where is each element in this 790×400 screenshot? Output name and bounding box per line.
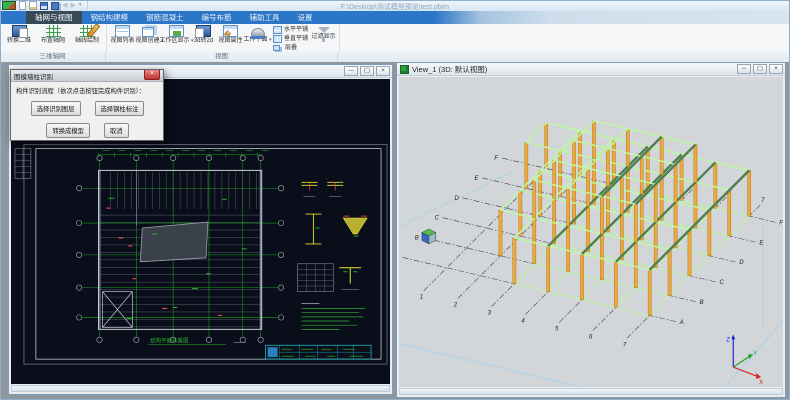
back-icon[interactable]: ◀ [62, 1, 67, 10]
close-button[interactable]: × [769, 64, 783, 74]
maximize-button[interactable]: ▢ [753, 64, 767, 74]
svg-text:结构平面布置图: 结构平面布置图 [150, 336, 188, 344]
view3d-canvas[interactable]: AABBCCDDEEFF123456677ZYX [399, 77, 783, 387]
app-logo-icon[interactable] [2, 1, 16, 10]
quick-access-toolbar: ◀ ▶ ▾ [0, 1, 90, 10]
save-icon[interactable] [40, 2, 48, 10]
dialog-body: 构件识别流程（依次点击按钮完成构件识别）： 选择识别图层 选择钢柱标注 转换成模… [11, 82, 163, 138]
svg-text:B: B [415, 236, 419, 242]
dialog-titlebar[interactable]: 图模墙柱识别 × [11, 70, 163, 82]
svg-text:Z: Z [726, 337, 730, 343]
window-arrange-stack: 水平平铺 垂直平铺 层叠 [271, 25, 310, 52]
3d-to-2d-button[interactable]: 3d转2d [190, 25, 217, 45]
new-file-icon[interactable] [19, 1, 26, 10]
svg-text:A: A [679, 320, 684, 326]
tile-vertical-icon [273, 35, 282, 43]
funnel-icon [318, 27, 330, 33]
forward-icon[interactable]: ▶ [70, 1, 75, 10]
ribbon-group-view: 视图列表 视图创建 工作区显示 3d转2d 视图属性 工作平面 [107, 24, 340, 52]
cascade-icon [273, 45, 280, 51]
view3d-title: View_1 (3D: 默认视图) [412, 64, 487, 75]
convert-model-button[interactable]: 转换成模型 [46, 123, 89, 138]
view-properties-button[interactable]: 视图属性 [217, 25, 244, 45]
draw-axis-button[interactable]: 轴线绘制 [70, 25, 104, 45]
cube-document-icon [12, 25, 27, 37]
group-label-3d-grid: 三维轴网 [0, 52, 106, 62]
svg-text:C: C [435, 216, 440, 222]
view3d-window-titlebar[interactable]: View_1 (3D: 默认视图) ─ ▢ × [397, 63, 785, 76]
svg-text:1: 1 [420, 295, 423, 301]
grid-pencil-icon [80, 25, 95, 37]
work-plane-button[interactable]: 工作平面 [244, 25, 271, 44]
tab-settings[interactable]: 设置 [289, 11, 322, 24]
group-label-empty [338, 52, 790, 62]
view3d-window: View_1 (3D: 默认视图) ─ ▢ × AABBCCDDEEFF1234… [396, 62, 786, 398]
window-title: F:\Desktop\测试模型预览\test.pbim [0, 2, 790, 12]
open-file-icon[interactable] [29, 1, 37, 10]
recognition-dialog: 图模墙柱识别 × 构件识别流程（依次点击按钮完成构件识别）： 选择识别图层 选择… [10, 69, 164, 141]
cube-icon [196, 25, 211, 37]
svg-text:D: D [739, 260, 744, 266]
select-layers-button[interactable]: 选择识别图层 [31, 101, 81, 116]
titlebar: F:\Desktop\测试模型预览\test.pbim ◀ ▶ ▾ [0, 0, 790, 11]
table-green-icon [169, 25, 184, 37]
svg-text:C: C [720, 280, 725, 286]
svg-text:Y: Y [753, 351, 757, 357]
svg-text:F: F [494, 156, 498, 162]
svg-text:2: 2 [453, 303, 458, 309]
view-list-button[interactable]: 视图列表 [109, 25, 136, 45]
workspace-display-button[interactable]: 工作区显示 [163, 25, 190, 45]
dialog-title: 图模墙柱识别 [14, 71, 53, 81]
table-pencil-icon [223, 25, 238, 37]
table-icon [115, 25, 130, 37]
filter-display-button[interactable]: 过滤显示 [310, 25, 337, 41]
close-button[interactable]: × [376, 66, 390, 76]
convert-2d-button[interactable]: 转换二维 [2, 25, 36, 45]
tab-reinforced-concrete[interactable]: 钢筋混凝土 [137, 11, 193, 24]
svg-text:F: F [779, 220, 783, 226]
tile-horizontal-icon [273, 26, 282, 34]
dialog-close-icon[interactable]: × [144, 70, 160, 80]
cancel-button[interactable]: 取消 [104, 123, 129, 138]
tab-aux-tools[interactable]: 辅助工具 [241, 11, 289, 24]
dialog-message: 构件识别流程（依次点击按钮完成构件识别）： [16, 86, 159, 95]
tab-steel-modeling[interactable]: 钢结构建模 [82, 11, 138, 24]
maximize-button[interactable]: ▢ [360, 66, 374, 76]
tab-numbering[interactable]: 编号布筋 [193, 11, 241, 24]
tile-vertical-button[interactable]: 垂直平铺 [273, 35, 308, 43]
svg-text:X: X [759, 380, 763, 386]
ribbon: 转换二维 布置轴网 轴线绘制 视图列表 视图创建 工作区显示 [0, 24, 790, 62]
tables-icon [142, 27, 154, 37]
ribbon-group-3d-grid: 转换二维 布置轴网 轴线绘制 [0, 24, 107, 52]
ribbon-group-labels: 三维轴网 视图 [0, 52, 790, 62]
model-cube-icon [400, 65, 409, 74]
select-column-label-button[interactable]: 选择钢柱标注 [95, 101, 145, 116]
horizontal-scrollbar[interactable] [11, 385, 390, 392]
svg-text:D: D [455, 196, 460, 202]
grid-icon [46, 25, 61, 37]
toolbar-separator [87, 1, 88, 10]
minimize-button[interactable]: ─ [737, 64, 751, 74]
svg-text:B: B [700, 300, 704, 306]
dome-icon [251, 28, 265, 36]
ribbon-tabbar: 轴网与视图 钢结构建模 钢筋混凝土 编号布筋 辅助工具 设置 [0, 11, 790, 24]
group-label-view: 视图 [106, 52, 338, 62]
save-all-icon[interactable] [51, 2, 59, 10]
minimize-button[interactable]: ─ [344, 66, 358, 76]
horizontal-scrollbar[interactable] [399, 388, 783, 395]
toolbar-more-icon[interactable]: ▾ [79, 1, 82, 10]
tile-horizontal-button[interactable]: 水平平铺 [273, 26, 308, 34]
tab-grid-and-view[interactable]: 轴网与视图 [26, 11, 82, 24]
cascade-button[interactable]: 层叠 [273, 44, 308, 52]
layout-grid-button[interactable]: 布置轴网 [36, 25, 70, 45]
